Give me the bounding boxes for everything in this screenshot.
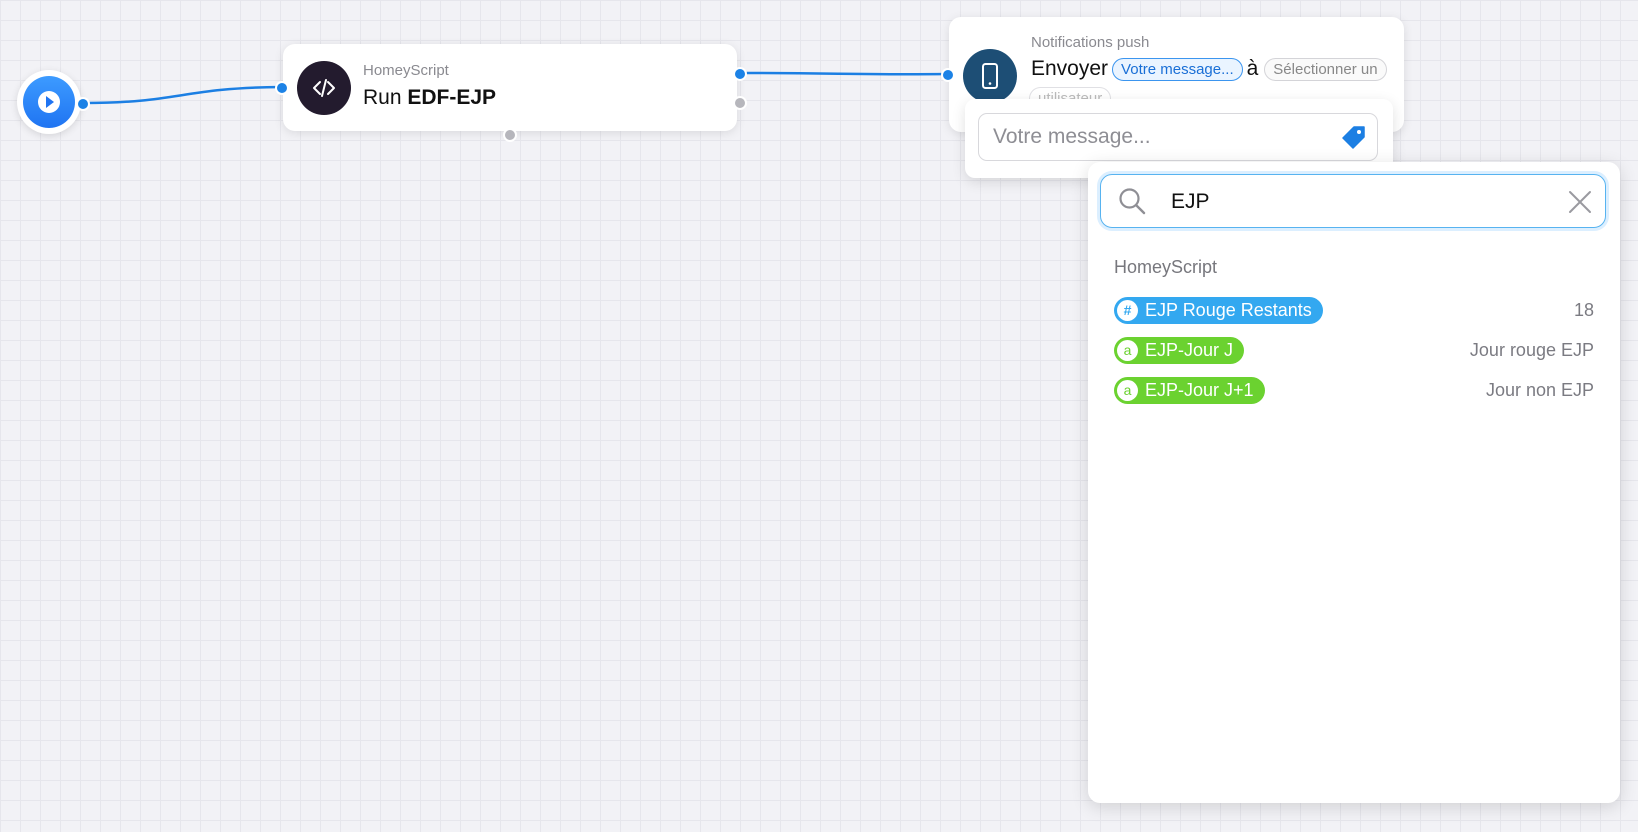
token-search-input[interactable] [1169,185,1553,219]
tag-icon[interactable] [1341,124,1367,150]
number-token-pill[interactable]: # EJP Rouge Restants [1114,296,1323,324]
token-value: 18 [1573,299,1594,320]
text-type-icon: a [1117,379,1138,401]
text-token-pill[interactable]: a EJP-Jour J [1114,336,1245,364]
homeyscript-run-card[interactable]: HomeyScript Run EDF-EJP [283,44,737,131]
message-input[interactable] [978,113,1378,161]
wire-homeyscript-to-notification [738,71,948,76]
text-token-pill[interactable]: a EJP-Jour J+1 [1114,376,1265,404]
script-name[interactable]: EDF-EJP [407,86,496,109]
user-argument-pill[interactable]: Sélectionner un [1264,57,1387,81]
homeyscript-input-connector[interactable] [275,81,289,95]
search-icon [1119,188,1146,215]
code-icon [297,61,351,115]
card-app-name: HomeyScript [363,62,449,79]
homeyscript-output-connector[interactable] [733,67,747,81]
card-action-title: Envoyer Votre message... à Sélectionner … [1031,57,1387,81]
token-label: EJP Rouge Restants [1145,299,1312,320]
text-type-icon: a [1117,339,1138,361]
phone-icon [963,49,1017,103]
message-argument-pill[interactable]: Votre message... [1112,57,1243,81]
homeyscript-bottom-connector[interactable] [503,128,517,142]
token-row[interactable]: # EJP Rouge Restants 18 [1114,295,1594,325]
close-icon[interactable] [1567,189,1593,215]
homeyscript-error-connector[interactable] [733,96,747,110]
wire-start-to-homeyscript [83,85,282,105]
token-row[interactable]: a EJP-Jour J+1 Jour non EJP [1114,375,1594,405]
card-action-title: Run EDF-EJP [363,86,496,110]
action-verb: Envoyer [1031,57,1109,80]
token-value: Jour non EJP [1485,379,1594,400]
flow-start-node[interactable] [17,70,81,134]
play-icon [23,76,75,128]
token-group-label: HomeyScript [1114,257,1218,277]
notification-input-connector[interactable] [941,68,955,82]
number-type-icon: # [1117,299,1138,321]
start-output-connector[interactable] [76,97,90,111]
token-row[interactable]: a EJP-Jour J Jour rouge EJP [1114,335,1594,365]
connector-word: à [1246,57,1259,80]
token-picker-panel: HomeyScript # EJP Rouge Restants 18 a EJ… [1088,162,1620,803]
token-value: Jour rouge EJP [1469,339,1594,360]
token-label: EJP-Jour J [1145,339,1234,360]
token-label: EJP-Jour J+1 [1145,379,1254,400]
action-prefix: Run [363,86,402,109]
card-app-name: Notifications push [1031,34,1150,51]
token-search-box[interactable] [1100,174,1606,228]
